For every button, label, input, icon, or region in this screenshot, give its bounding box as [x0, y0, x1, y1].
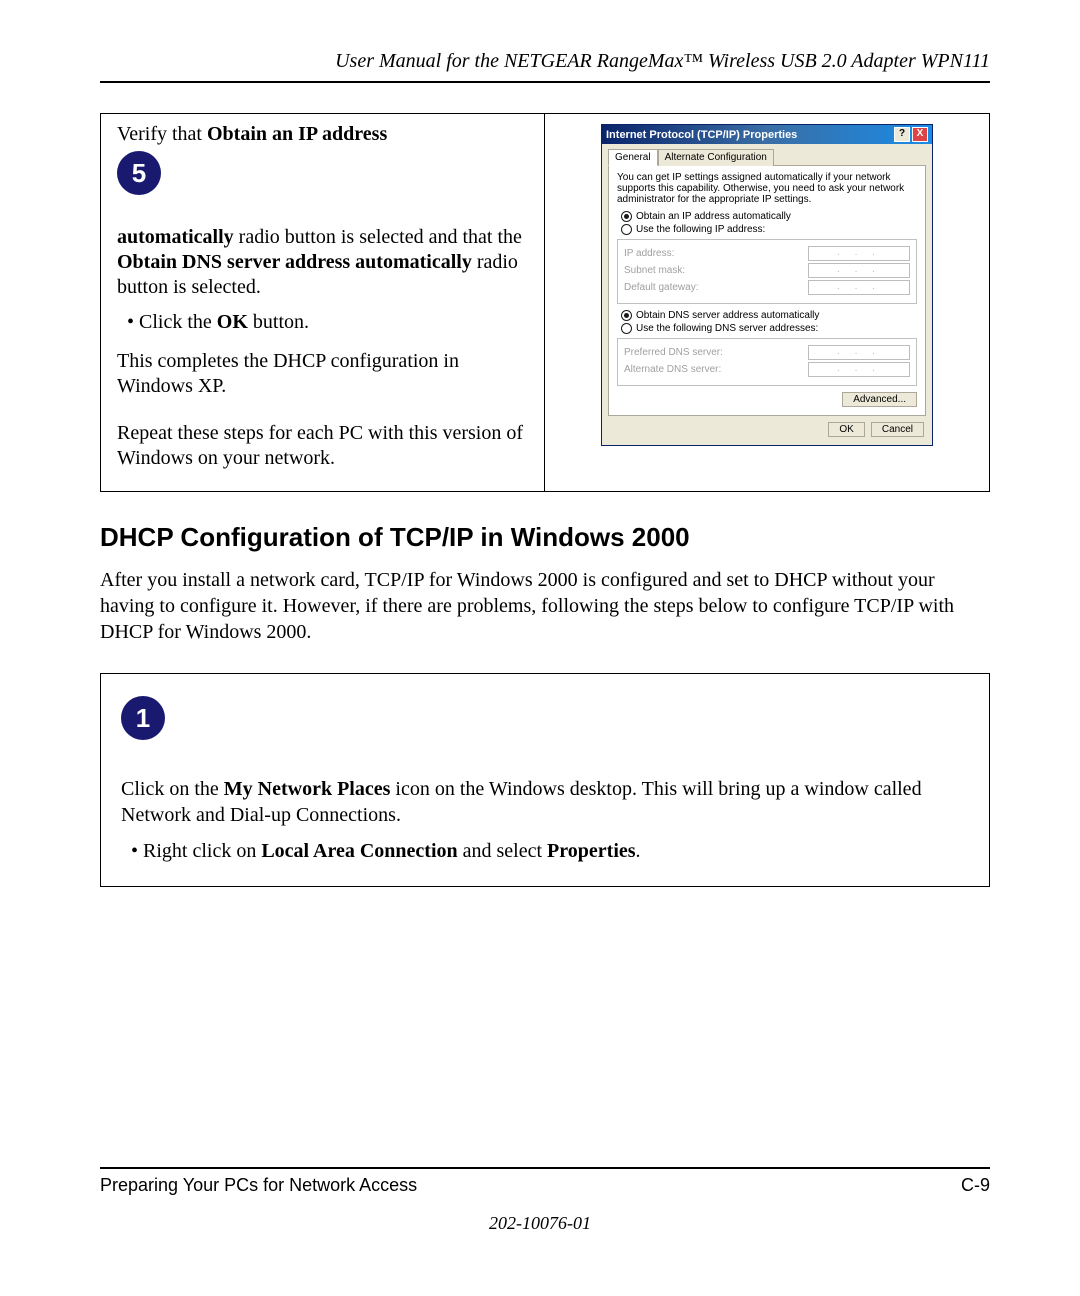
page-header: User Manual for the NETGEAR RangeMax™ Wi… [100, 50, 990, 83]
radio-use-dns[interactable] [621, 323, 632, 334]
step5-line1a: Verify that [117, 123, 207, 145]
ok-button[interactable]: OK [828, 422, 864, 437]
radio-use-ip-label: Use the following IP address: [636, 224, 765, 235]
close-icon[interactable]: X [912, 127, 928, 142]
radio-use-ip[interactable] [621, 224, 632, 235]
tab-alternate-configuration[interactable]: Alternate Configuration [658, 149, 774, 166]
dialog-title: Internet Protocol (TCP/IP) Properties [606, 129, 894, 141]
input-ip-address[interactable]: . . . [808, 246, 910, 261]
radio-obtain-ip-auto-label: Obtain an IP address automatically [636, 211, 791, 222]
footer-right: C-9 [961, 1175, 990, 1196]
cancel-button[interactable]: Cancel [871, 422, 924, 437]
label-preferred-dns: Preferred DNS server: [624, 347, 723, 358]
step1-bullet-b: Local Area Connection [261, 840, 457, 862]
radio-obtain-ip-auto[interactable] [621, 211, 632, 222]
radio-obtain-dns-auto-label: Obtain DNS server address automatically [636, 310, 819, 321]
step5-bullet-a: Click the [139, 311, 217, 333]
input-subnet[interactable]: . . . [808, 263, 910, 278]
step-5-box: Verify that Obtain an IP address 5 autom… [100, 113, 990, 492]
radio-obtain-dns-auto[interactable] [621, 310, 632, 321]
section-heading: DHCP Configuration of TCP/IP in Windows … [100, 522, 990, 553]
dialog-titlebar: Internet Protocol (TCP/IP) Properties ? … [602, 125, 932, 144]
tab-general[interactable]: General [608, 149, 658, 166]
advanced-button[interactable]: Advanced... [842, 392, 917, 407]
label-alternate-dns: Alternate DNS server: [624, 364, 721, 375]
step5-line1b: Obtain an IP address [207, 123, 387, 145]
step5-bullet-b: OK [217, 311, 248, 333]
step1-bullet-e: . [636, 840, 641, 862]
input-alternate-dns[interactable]: . . . [808, 362, 910, 377]
input-preferred-dns[interactable]: . . . [808, 345, 910, 360]
section-body: After you install a network card, TCP/IP… [100, 567, 990, 645]
dialog-description: You can get IP settings assigned automat… [617, 172, 917, 205]
step-5-text-column: Verify that Obtain an IP address 5 autom… [101, 114, 545, 491]
document-number: 202-10076-01 [0, 1213, 1080, 1234]
label-subnet: Subnet mask: [624, 265, 685, 276]
step1-bullet-a: Right click on [143, 840, 261, 862]
step5-l2a: automatically [117, 226, 234, 248]
step1-p1b: My Network Places [224, 778, 391, 800]
tcpip-properties-dialog: Internet Protocol (TCP/IP) Properties ? … [601, 124, 933, 446]
step-1-badge: 1 [121, 696, 165, 740]
step1-p1a: Click on the [121, 778, 224, 800]
step-5-image-column: Internet Protocol (TCP/IP) Properties ? … [545, 114, 989, 491]
step5-l2c: Obtain DNS server address automatically [117, 251, 472, 273]
step-1-box: 1 Click on the My Network Places icon on… [100, 673, 990, 887]
step5-bullet-c: button. [248, 311, 309, 333]
help-icon[interactable]: ? [894, 127, 910, 142]
label-ip-address: IP address: [624, 248, 674, 259]
radio-use-dns-label: Use the following DNS server addresses: [636, 323, 818, 334]
step5-para2: This completes the DHCP configuration in… [117, 349, 534, 399]
footer-left: Preparing Your PCs for Network Access [100, 1175, 417, 1196]
label-gateway: Default gateway: [624, 282, 699, 293]
input-gateway[interactable]: . . . [808, 280, 910, 295]
step1-bullet-c: and select [458, 840, 547, 862]
step5-para3: Repeat these steps for each PC with this… [117, 421, 534, 471]
step5-l2b: radio button is selected and that the [234, 226, 522, 248]
step1-bullet-d: Properties [547, 840, 636, 862]
step-5-badge: 5 [117, 151, 161, 195]
